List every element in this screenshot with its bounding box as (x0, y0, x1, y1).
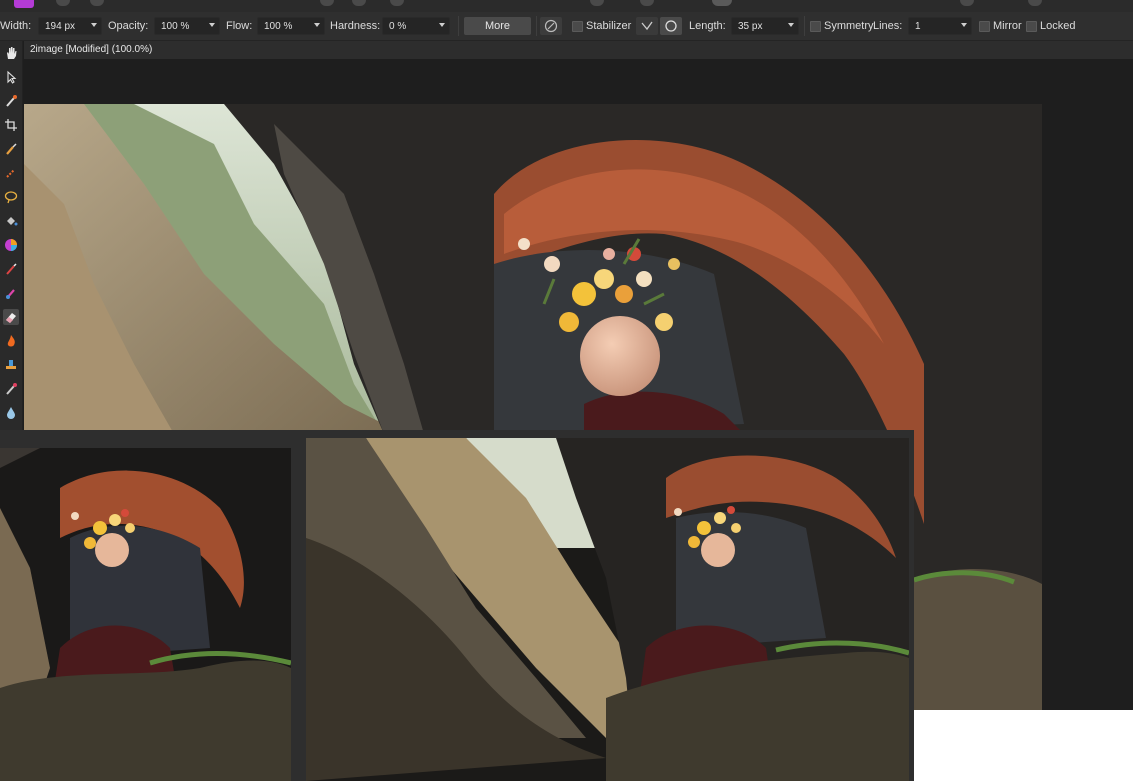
window-mode-icon (665, 20, 677, 32)
brush-icon[interactable] (3, 261, 19, 277)
locked-label: Locked (1040, 20, 1076, 32)
paint-brush-icon[interactable] (3, 141, 19, 157)
toolbar-divider (536, 16, 537, 36)
arrange-button[interactable] (1028, 0, 1042, 6)
view-button[interactable] (712, 0, 732, 6)
chevron-down-icon[interactable] (314, 23, 320, 27)
color-picker-icon[interactable] (3, 93, 19, 109)
opacity-label: Opacity: (108, 20, 149, 32)
chevron-down-icon[interactable] (788, 23, 794, 27)
width-field[interactable]: 194 px (38, 17, 102, 35)
persona-button[interactable] (320, 0, 334, 6)
menu-button[interactable] (56, 0, 70, 6)
pressure-icon (544, 19, 558, 33)
toolbar-divider (458, 16, 459, 36)
preview-image-right[interactable] (306, 438, 909, 781)
flow-field[interactable]: 100 % (257, 17, 325, 35)
blank-region (914, 710, 1133, 781)
flow-value: 100 % (264, 20, 293, 32)
hand-icon[interactable] (3, 45, 19, 61)
arrange-button[interactable] (960, 0, 974, 6)
more-button[interactable]: More (464, 17, 531, 35)
length-value: 35 px (738, 20, 763, 32)
mirror-checkbox[interactable] (979, 21, 990, 32)
flow-label: Flow: (226, 20, 253, 32)
menu-button[interactable] (90, 0, 104, 6)
retouch-icon[interactable] (3, 381, 19, 397)
burn-flame-icon[interactable] (3, 333, 19, 349)
selection-brush-icon[interactable] (3, 165, 19, 181)
hardness-label: Hardness: (330, 20, 381, 32)
opacity-value: 100 % (161, 20, 190, 32)
window-mode-button[interactable] (660, 17, 682, 35)
document-tab[interactable]: 2image [Modified] (100.0%) (30, 44, 152, 55)
eraser-icon[interactable] (3, 309, 19, 325)
locked-checkbox[interactable] (1026, 21, 1037, 32)
preview-panel-right (304, 430, 914, 781)
length-field[interactable]: 35 px (731, 17, 799, 35)
stabilizer-label: Stabilizer (586, 20, 632, 32)
chevron-down-icon[interactable] (961, 23, 967, 27)
lines-field[interactable]: 1 (908, 17, 972, 35)
symmetry-checkbox[interactable] (810, 21, 821, 32)
lasso-icon[interactable] (3, 189, 19, 205)
cave-photo-wide (306, 438, 909, 781)
menu-strip (0, 0, 1133, 12)
cave-photo-small (0, 448, 291, 781)
view-button[interactable] (590, 0, 604, 6)
preview-panel-left (0, 430, 304, 781)
stabilizer-checkbox[interactable] (572, 21, 583, 32)
rope-mode-button[interactable] (636, 17, 658, 35)
width-value: 194 px (45, 20, 76, 32)
width-label: Width: (0, 20, 32, 32)
toolbar-divider (804, 16, 805, 36)
pressure-button[interactable] (540, 17, 562, 35)
move-arrow-icon[interactable] (3, 69, 19, 85)
paint-mixer-icon[interactable] (3, 285, 19, 301)
view-button[interactable] (640, 0, 654, 6)
lines-label: Lines: (873, 20, 903, 32)
chevron-down-icon[interactable] (209, 23, 215, 27)
context-toolbar: Width: 194 px Opacity: 100 % Flow: 100 %… (0, 12, 1133, 41)
persona-button[interactable] (390, 0, 404, 6)
rope-icon (641, 21, 653, 31)
lines-value: 1 (915, 20, 921, 32)
length-label: Length: (689, 20, 726, 32)
preview-image-left[interactable] (0, 448, 291, 781)
blur-drop-icon[interactable] (3, 405, 19, 421)
opacity-field[interactable]: 100 % (154, 17, 220, 35)
persona-button[interactable] (352, 0, 366, 6)
fill-bucket-icon[interactable] (3, 213, 19, 229)
app-logo[interactable] (14, 0, 34, 8)
hardness-field[interactable]: 0 % (382, 17, 450, 35)
symmetry-label: Symmetry (824, 20, 874, 32)
chevron-down-icon[interactable] (439, 23, 445, 27)
clone-stamp-icon[interactable] (3, 357, 19, 373)
crop-icon[interactable] (3, 117, 19, 133)
mirror-label: Mirror (993, 20, 1022, 32)
chevron-down-icon[interactable] (91, 23, 97, 27)
color-wheel-icon[interactable] (3, 237, 19, 253)
document-tab-bar: 2image [Modified] (100.0%) (24, 41, 1133, 59)
hardness-value: 0 % (389, 20, 407, 32)
